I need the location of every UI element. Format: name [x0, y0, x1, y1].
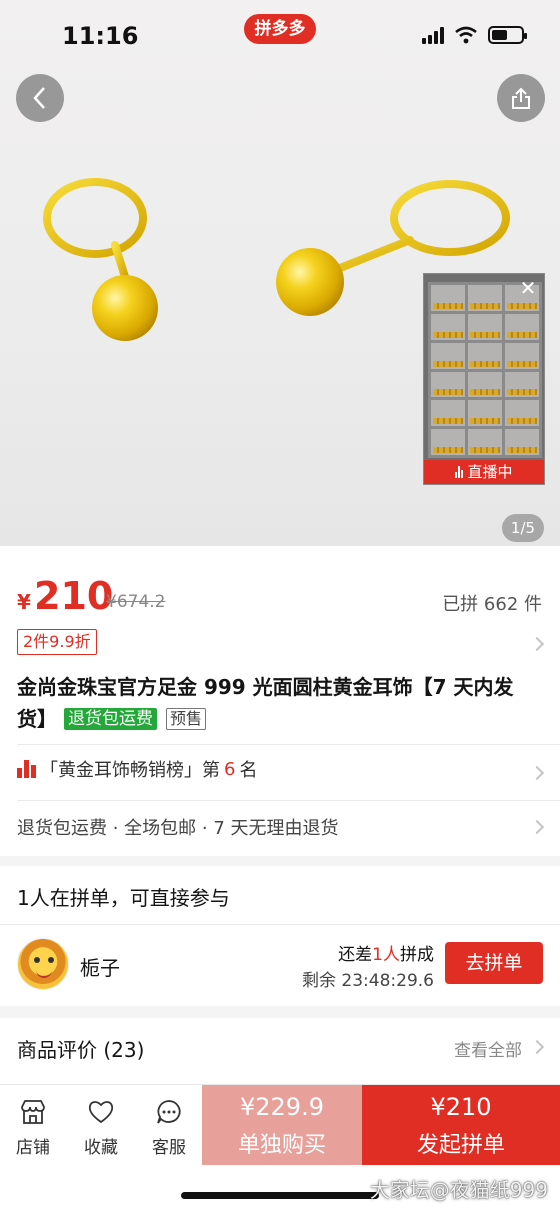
ranking-number: 6: [224, 758, 236, 780]
store-icon: [21, 1100, 45, 1124]
live-badge: 直播中: [424, 460, 544, 484]
chevron-right-icon[interactable]: [529, 765, 545, 781]
buy-alone-button[interactable]: ¥229.9 单独购买: [202, 1085, 362, 1165]
buy-alone-label: 单独购买: [237, 1133, 326, 1158]
section-gap: [0, 856, 560, 866]
need-suffix: 拼成: [400, 945, 434, 965]
price-currency: ¥: [17, 590, 31, 614]
join-group-button[interactable]: 去拼单: [445, 942, 543, 984]
ranking-suffix: 名: [239, 760, 258, 781]
avatar: [17, 938, 69, 990]
group-user-row: 栀子 还差1人拼成 剩余 23:48:29.6 去拼单: [0, 932, 560, 1006]
divider: [0, 924, 560, 925]
signal-icon: [422, 26, 444, 44]
store-label: 店铺: [16, 1138, 50, 1158]
app-badge: 拼多多: [244, 14, 316, 44]
need-count: 1人: [372, 945, 400, 965]
sold-count: 已拼 662 件: [442, 594, 542, 615]
live-stream-preview: [428, 282, 542, 458]
current-price: 210: [34, 574, 114, 618]
share-icon: [512, 87, 530, 109]
buy-alone-price: ¥229.9: [240, 1093, 324, 1121]
chat-icon: [157, 1100, 181, 1124]
reviews-title: 商品评价 (23): [17, 1038, 145, 1062]
status-icons: [422, 26, 527, 44]
home-indicator: [181, 1192, 379, 1199]
favorite-label: 收藏: [84, 1138, 118, 1158]
watermark: 大家坛@夜猫纸999: [369, 1178, 548, 1202]
ranking-icon: [17, 760, 36, 778]
group-buy-label: 发起拼单: [416, 1133, 505, 1158]
page-indicator: 1/5: [502, 514, 544, 542]
product-info: ¥ 210 ¥674.2 已拼 662 件 2件9.9折 金尚金珠宝官方足金 9…: [0, 546, 560, 856]
discount-tag[interactable]: 2件9.9折: [17, 629, 97, 655]
return-shipping-tag: 退货包运费: [63, 708, 157, 730]
chevron-right-icon[interactable]: [529, 636, 545, 652]
user-name: 栀子: [80, 956, 120, 980]
group-buy-title: 1人在拼单，可直接参与: [17, 886, 230, 910]
service-guarantees[interactable]: 退货包运费 · 全场包邮 · 7 天无理由退货: [17, 814, 339, 840]
bottom-action-bar: 店铺 收藏 客服 ¥229.9 单独购买 ¥210 发起拼单: [0, 1084, 560, 1165]
start-group-buy-button[interactable]: ¥210 发起拼单: [362, 1085, 560, 1165]
divider: [17, 744, 560, 745]
chevron-left-icon: [33, 87, 45, 109]
view-all-reviews-link[interactable]: 查看全部: [454, 1036, 522, 1061]
status-bar: 11:16 拼多多: [0, 0, 560, 74]
back-button[interactable]: [16, 74, 64, 122]
original-price: ¥674.2: [106, 592, 166, 612]
section-gap: [0, 1006, 560, 1018]
need-prefix: 还差: [338, 945, 373, 965]
customer-service-label: 客服: [152, 1138, 186, 1158]
live-stream-window[interactable]: ✕ 直播中: [423, 273, 545, 485]
remaining-needed: 还差1人拼成: [338, 940, 434, 965]
favorite-button[interactable]: 收藏: [68, 1085, 134, 1165]
chevron-right-icon[interactable]: [529, 1039, 545, 1055]
heart-icon: [88, 1101, 114, 1124]
status-time: 11:16: [62, 22, 139, 50]
group-buy-price: ¥210: [430, 1093, 492, 1121]
divider: [17, 800, 560, 801]
presale-tag: 预售: [165, 708, 206, 730]
close-icon[interactable]: ✕: [518, 278, 538, 298]
customer-service-button[interactable]: 客服: [136, 1085, 202, 1165]
countdown-timer: 剩余 23:48:29.6: [302, 971, 434, 991]
product-gallery[interactable]: ✕ 直播中 1/5: [0, 0, 560, 546]
live-label: 直播中: [467, 463, 513, 481]
share-button[interactable]: [497, 74, 545, 122]
ranking-row[interactable]: 「黄金耳饰畅销榜」第 6 名: [17, 756, 257, 782]
wifi-icon: [455, 26, 477, 44]
ranking-prefix: 「黄金耳饰畅销榜」第: [40, 760, 220, 781]
live-bars-icon: [455, 466, 464, 478]
chevron-right-icon[interactable]: [529, 819, 545, 835]
group-buy-section: 1人在拼单，可直接参与 栀子 还差1人拼成 剩余 23:48:29.6 去拼单: [0, 866, 560, 1006]
reviews-section[interactable]: 商品评价 (23) 查看全部: [0, 1018, 560, 1084]
store-button[interactable]: 店铺: [0, 1085, 66, 1165]
product-title: 金尚金珠宝官方足金 999 光面圆柱黄金耳饰【7 天内发货】 退货包运费 预售: [17, 671, 547, 735]
battery-icon: [488, 26, 527, 44]
